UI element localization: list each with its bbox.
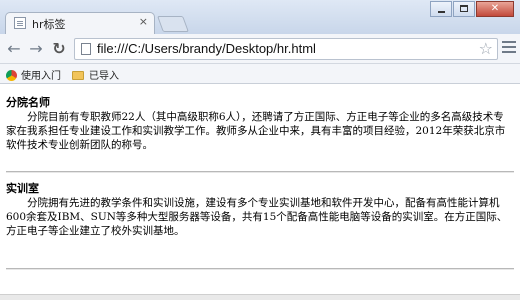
title-bar: hr标签 × ✕: [0, 0, 520, 34]
section-training-rooms: 实训室 分院拥有先进的教学条件和实训设施，建设有多个专业实训基地和软件开发中心，…: [6, 182, 514, 238]
bookmark-imported[interactable]: 已导入: [72, 67, 119, 82]
bookmark-star-icon[interactable]: ☆: [479, 39, 493, 58]
horizontal-rule: [6, 171, 514, 173]
page-icon: [14, 17, 26, 29]
url-text: file:///C:/Users/brandy/Desktop/hr.html: [97, 41, 316, 56]
new-tab-button[interactable]: [157, 16, 189, 32]
section-teachers: 分院名师 分院目前有专职教师22人（其中高级职称6人），还聘请了方正国际、方正电…: [6, 96, 514, 152]
close-tab-icon[interactable]: ×: [139, 15, 148, 28]
close-window-button[interactable]: ✕: [476, 1, 514, 17]
menu-icon[interactable]: [502, 41, 516, 55]
tab-title: hr标签: [32, 18, 66, 31]
toolbar: ← → ↻ file:///C:/Users/brandy/Desktop/hr…: [0, 34, 520, 64]
bookmark-label: 使用入门: [21, 71, 61, 82]
section-heading: 实训室: [6, 182, 39, 195]
address-bar[interactable]: file:///C:/Users/brandy/Desktop/hr.html …: [74, 38, 498, 60]
section-text: 分院目前有专职教师22人（其中高级职称6人），还聘请了方正国际、方正电子等企业的…: [6, 111, 506, 151]
bookmarks-bar: 使用入门 已导入: [0, 64, 520, 84]
folder-icon: [72, 71, 84, 80]
forward-arrow-icon[interactable]: →: [26, 39, 46, 59]
back-arrow-icon[interactable]: ←: [4, 39, 24, 59]
maximize-button[interactable]: [453, 1, 475, 17]
reload-icon[interactable]: ↻: [49, 39, 69, 59]
minimize-button[interactable]: [430, 1, 452, 17]
section-heading: 分院名师: [6, 96, 50, 109]
browser-tab[interactable]: hr标签 ×: [5, 12, 155, 34]
chrome-logo-icon: [6, 70, 17, 81]
horizontal-scrollbar[interactable]: [0, 294, 520, 300]
section-text: 分院拥有先进的教学条件和实训设施，建设有多个专业实训基地和软件开发中心，配备有高…: [6, 197, 508, 237]
bookmark-label: 已导入: [89, 71, 119, 82]
page-content: 分院名师 分院目前有专职教师22人（其中高级职称6人），还聘请了方正国际、方正电…: [0, 84, 520, 300]
page-icon: [81, 43, 91, 55]
horizontal-rule: [6, 268, 514, 270]
bookmark-getting-started[interactable]: 使用入门: [6, 67, 61, 82]
window-controls: ✕: [429, 1, 514, 17]
